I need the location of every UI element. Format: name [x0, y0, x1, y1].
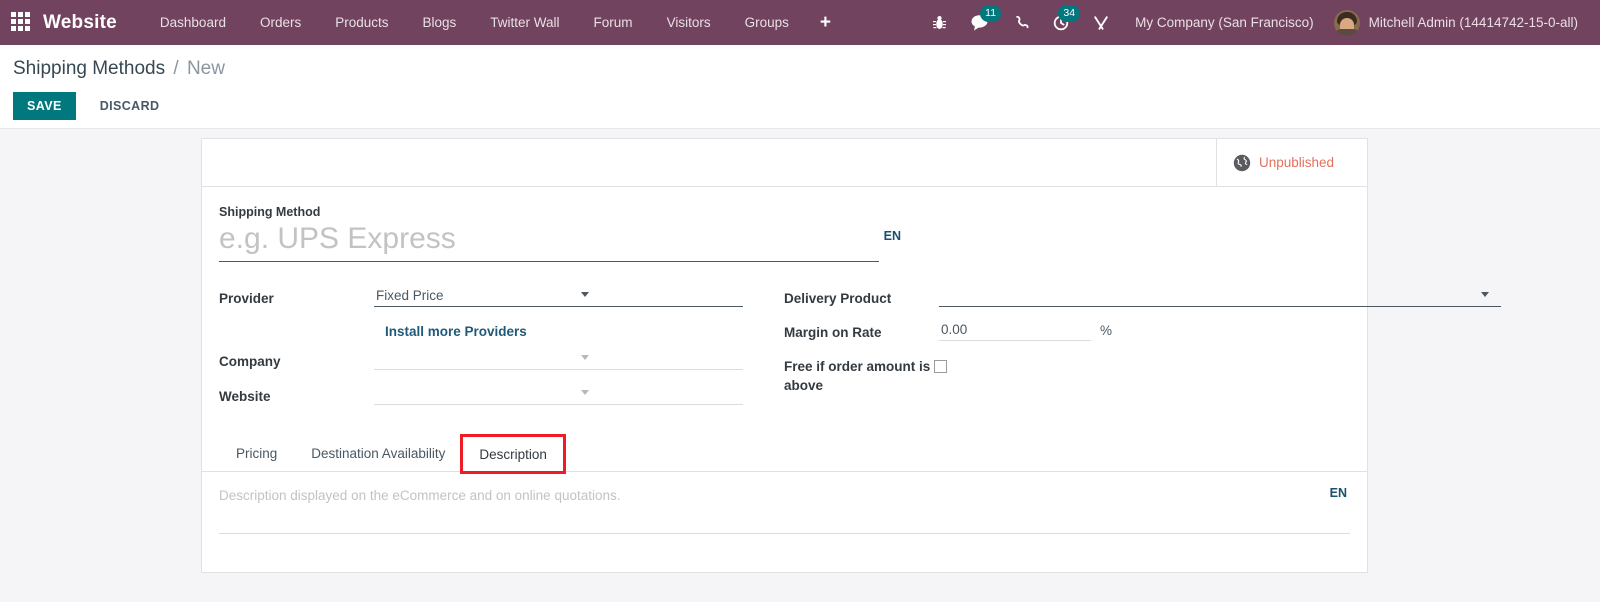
notebook-tabs: Pricing Destination Availability Descrip…: [202, 434, 1367, 474]
main-menu: Dashboard Orders Products Blogs Twitter …: [143, 0, 845, 45]
messages-icon[interactable]: 11: [959, 0, 1002, 45]
menu-item-dashboard[interactable]: Dashboard: [143, 0, 243, 45]
company-switcher[interactable]: My Company (San Francisco): [1121, 15, 1328, 30]
form-sheet: Unpublished Shipping Method EN Provider: [201, 138, 1501, 573]
breadcrumb-current-new: New: [186, 58, 225, 79]
field-provider: Provider: [219, 284, 784, 313]
install-providers-spacer: [219, 313, 374, 318]
provider-label: Provider: [219, 291, 274, 306]
globe-icon: [1233, 154, 1251, 172]
title-language-tag[interactable]: EN: [884, 229, 901, 243]
provider-select[interactable]: [374, 286, 743, 307]
delivery-product-label: Delivery Product: [784, 291, 892, 306]
content-area: Unpublished Shipping Method EN Provider: [0, 129, 1600, 602]
company-select[interactable]: [374, 349, 743, 370]
margin-on-rate-input[interactable]: [939, 320, 1091, 341]
add-menu-plus-icon[interactable]: +: [806, 0, 845, 45]
apps-grid-icon[interactable]: [11, 11, 33, 34]
save-button[interactable]: SAVE: [13, 92, 76, 120]
sheet-body: Shipping Method EN Provider: [202, 187, 1501, 411]
activities-clock-icon[interactable]: 34: [1041, 0, 1081, 45]
activities-badge: 34: [1058, 5, 1081, 22]
form-column-left: Provider Install more Providers C: [219, 284, 784, 411]
free-if-order-above-label: Free if order amount is above: [784, 359, 931, 393]
menu-item-forum[interactable]: Forum: [577, 0, 650, 45]
field-company: Company: [219, 347, 784, 376]
control-panel: Shipping Methods / New SAVE DISCARD: [0, 45, 1600, 129]
field-delivery-product: Delivery Product: [784, 284, 1501, 313]
install-providers-row: Install more Providers: [219, 313, 784, 347]
user-menu[interactable]: Mitchell Admin (14414742-15-0-all): [1328, 9, 1590, 36]
install-more-providers-link[interactable]: Install more Providers: [385, 324, 527, 339]
form-column-right: Delivery Product Margin on Rate %: [784, 284, 1501, 411]
breadcrumb: Shipping Methods / New: [0, 56, 1600, 82]
description-divider: [219, 533, 1350, 534]
breadcrumb-separator: /: [173, 58, 179, 79]
field-margin-on-rate: Margin on Rate %: [784, 318, 1350, 347]
menu-item-visitors[interactable]: Visitors: [650, 0, 728, 45]
description-language-tag[interactable]: EN: [1330, 486, 1347, 500]
field-free-if-order-above: Free if order amount is above: [784, 352, 1350, 395]
discard-button[interactable]: DISCARD: [86, 92, 174, 120]
bug-icon[interactable]: [920, 0, 959, 45]
form-group-two-columns: Provider Install more Providers C: [219, 284, 1501, 411]
company-label: Company: [219, 354, 281, 369]
margin-on-rate-label: Margin on Rate: [784, 325, 882, 340]
breadcrumb-shipping-methods[interactable]: Shipping Methods: [13, 58, 165, 79]
menu-item-orders[interactable]: Orders: [243, 0, 318, 45]
menu-item-blogs[interactable]: Blogs: [406, 0, 474, 45]
publish-toggle[interactable]: Unpublished: [1216, 139, 1367, 186]
menu-item-groups[interactable]: Groups: [728, 0, 806, 45]
shipping-method-title-group: Shipping Method EN: [219, 205, 901, 262]
status-badge: Unpublished: [1259, 155, 1335, 170]
shipping-method-label: Shipping Method: [219, 205, 321, 219]
free-if-order-above-checkbox[interactable]: [934, 360, 947, 373]
menu-item-products[interactable]: Products: [318, 0, 405, 45]
menu-item-twitter-wall[interactable]: Twitter Wall: [473, 0, 576, 45]
shipping-method-input[interactable]: [219, 222, 879, 262]
field-website: Website: [219, 382, 784, 411]
status-row-spacer: [202, 139, 1216, 186]
sheet-status-row: Unpublished: [202, 139, 1367, 187]
website-select[interactable]: [374, 384, 743, 405]
percent-suffix: %: [1100, 323, 1113, 338]
messages-badge: 11: [980, 5, 1002, 22]
website-label: Website: [219, 389, 271, 404]
tab-pricing[interactable]: Pricing: [219, 435, 294, 471]
description-tab-panel: Description displayed on the eCommerce a…: [202, 472, 1367, 572]
control-panel-buttons: SAVE DISCARD: [0, 92, 1600, 120]
tools-wrench-icon[interactable]: [1081, 0, 1121, 45]
phone-icon[interactable]: [1002, 0, 1041, 45]
app-brand-website[interactable]: Website: [43, 12, 117, 34]
notebook: Pricing Destination Availability Descrip…: [202, 434, 1367, 572]
tab-destination-availability[interactable]: Destination Availability: [294, 435, 462, 471]
navbar-right-tools: 11 34 My Company (San Francisco) Mitchel…: [920, 0, 1600, 45]
avatar: [1333, 9, 1360, 36]
top-navbar: Website Dashboard Orders Products Blogs …: [0, 0, 1600, 45]
delivery-product-select[interactable]: [939, 286, 1501, 307]
tab-description[interactable]: Description: [460, 434, 566, 474]
user-name-label: Mitchell Admin (14414742-15-0-all): [1368, 15, 1578, 30]
description-placeholder[interactable]: Description displayed on the eCommerce a…: [219, 488, 1350, 503]
